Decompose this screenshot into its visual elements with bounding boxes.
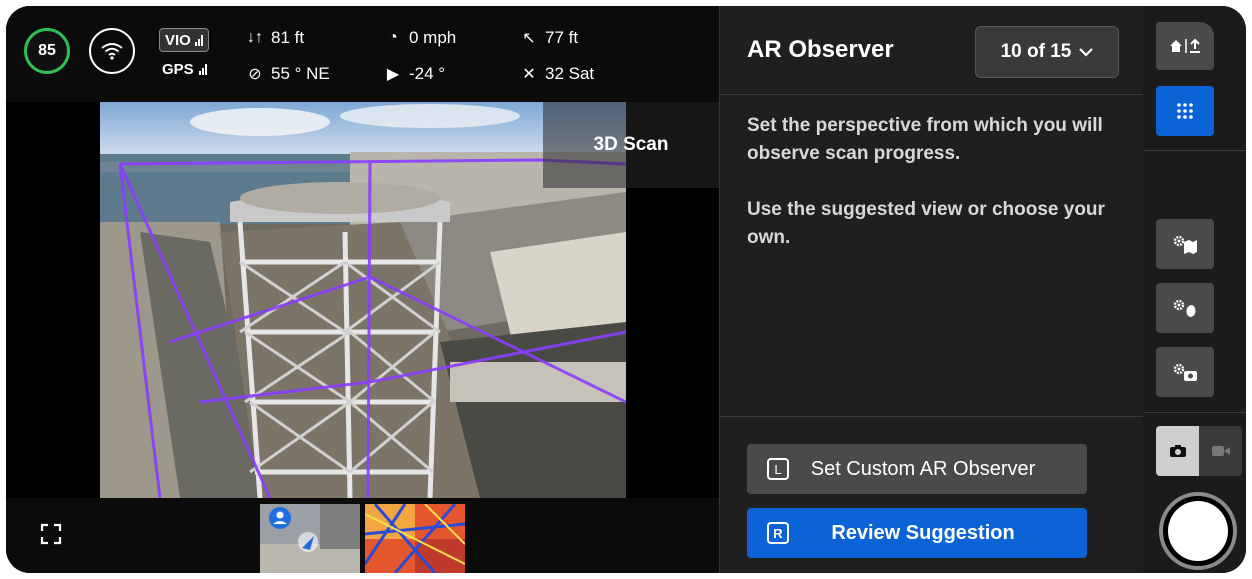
altitude-icon: ↓↑ <box>247 29 263 46</box>
video-mode-option[interactable] <box>1199 426 1242 476</box>
speedometer-icon: ◔ <box>388 29 398 46</box>
map-thumbnail-image <box>260 504 360 573</box>
camera-view[interactable]: 3D Scan <box>6 102 719 498</box>
review-suggestion-button[interactable]: R Review Suggestion <box>747 508 1087 558</box>
heading-readout: ⊘ 55 ° NE <box>246 64 330 84</box>
map-thumbnail[interactable] <box>260 504 360 573</box>
gear-obstacle-icon <box>1173 299 1196 317</box>
satellite-value: 32 Sat <box>545 64 595 83</box>
description-paragraph: Set the perspective from which you will … <box>747 115 1103 164</box>
speed-readout: ◔ 0 mph <box>384 28 456 48</box>
expand-icon[interactable] <box>40 523 62 551</box>
tool-rail <box>1143 6 1246 573</box>
wifi-glyph <box>101 43 123 60</box>
shutter-button[interactable] <box>1159 492 1237 570</box>
vio-label: VIO <box>165 31 191 49</box>
gps-status: GPS <box>162 61 207 78</box>
photo-camera-icon <box>1169 445 1186 457</box>
home-return-button[interactable] <box>1156 22 1214 70</box>
distance-value: 77 ft <box>545 28 579 47</box>
gps-signal-icon <box>198 64 207 75</box>
heading-value: 55 ° NE <box>271 64 330 83</box>
set-custom-observer-label: Set Custom AR Observer <box>810 457 1036 480</box>
gimbal-camera-icon: ▶ <box>386 66 400 83</box>
home-upload-icon <box>1170 38 1200 53</box>
panel-title: AR Observer <box>747 36 894 63</box>
key-hint-r: R <box>767 522 789 544</box>
compass-icon: ⊘ <box>248 66 262 83</box>
obstacle-settings-button[interactable] <box>1156 283 1214 333</box>
video-camera-icon <box>1211 446 1230 456</box>
rail-divider <box>1143 412 1246 413</box>
description-paragraph: Use the suggested view or choose your ow… <box>747 199 1105 248</box>
rail-divider <box>1143 150 1246 151</box>
gear-map-icon <box>1173 235 1197 254</box>
shutter-inner <box>1168 501 1228 561</box>
vio-signal-icon <box>194 34 203 46</box>
camera-settings-button[interactable] <box>1156 347 1214 397</box>
camera-bottom-bar <box>6 498 719 573</box>
ar-observer-panel: AR Observer 10 of 15 Set the perspective… <box>719 6 1144 573</box>
gimbal-value: -24 ° <box>409 64 446 83</box>
telemetry-bar: 85 VIO GPS ↓↑ 81 ft ⊘ 55 ° NE ◔ 0 mph ▶ … <box>6 6 719 102</box>
panel-description: Set the perspective from which you will … <box>747 112 1117 280</box>
satellite-icon: ✕ <box>522 66 536 83</box>
distance-icon: ↖ <box>522 30 536 47</box>
coverage-heatmap-image <box>365 504 465 573</box>
satellite-readout: ✕ 32 Sat <box>520 64 594 84</box>
battery-indicator[interactable]: 85 <box>24 28 70 74</box>
scan-coverage-thumbnail[interactable] <box>365 504 465 573</box>
vio-status: VIO <box>159 28 209 52</box>
review-suggestion-label: Review Suggestion <box>831 521 1015 544</box>
key-hint-l: L <box>767 458 789 480</box>
altitude-value: 81 ft <box>271 28 305 47</box>
step-counter-dropdown[interactable]: 10 of 15 <box>975 26 1119 78</box>
photo-mode-option[interactable] <box>1156 426 1199 476</box>
expand-glyph <box>40 523 62 545</box>
step-counter-label: 10 of 15 <box>1000 41 1072 62</box>
distance-readout: ↖ 77 ft <box>520 28 578 48</box>
gear-camera-icon <box>1173 363 1197 381</box>
map-settings-button[interactable] <box>1156 219 1214 269</box>
panel-divider <box>720 94 1144 95</box>
gps-label: GPS <box>162 61 194 78</box>
speed-value: 0 mph <box>409 28 457 47</box>
grid-menu-button[interactable] <box>1156 86 1214 136</box>
camera-pane: 85 VIO GPS ↓↑ 81 ft ⊘ 55 ° NE ◔ 0 mph ▶ … <box>6 6 719 573</box>
wifi-icon[interactable] <box>89 28 135 74</box>
grid-icon <box>1177 103 1193 119</box>
set-custom-observer-button[interactable]: L Set Custom AR Observer <box>747 444 1087 494</box>
app-screen: 85 VIO GPS ↓↑ 81 ft ⊘ 55 ° NE ◔ 0 mph ▶ … <box>6 6 1246 573</box>
altitude-readout: ↓↑ 81 ft <box>246 28 304 48</box>
panel-divider <box>720 416 1144 417</box>
photo-video-toggle[interactable] <box>1156 426 1242 476</box>
scan-mode-label: 3D Scan <box>543 102 719 188</box>
chevron-down-icon <box>1079 48 1094 57</box>
gimbal-readout: ▶ -24 ° <box>384 64 445 84</box>
